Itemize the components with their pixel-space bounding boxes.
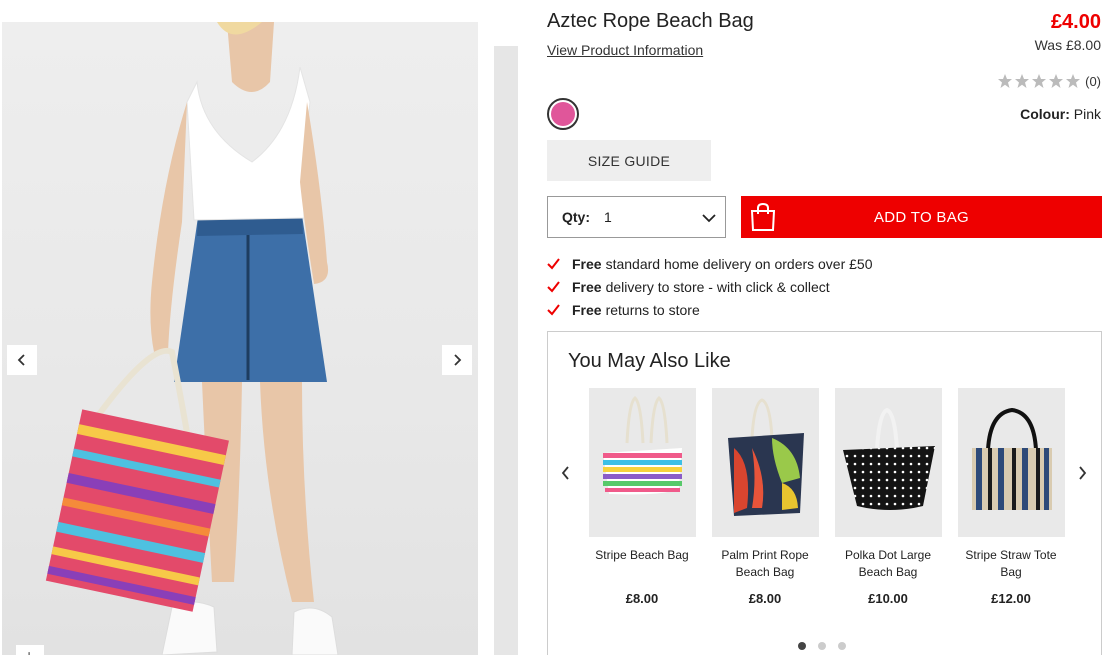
perk-bold: Free: [572, 255, 602, 272]
gallery-next-image-peek: [494, 46, 518, 655]
product-card[interactable]: Stripe Beach Bag £8.00: [587, 388, 697, 606]
star-icon: [1015, 74, 1030, 88]
pagination-dot-3[interactable]: [838, 642, 846, 650]
ymal-title: You May Also Like: [568, 350, 731, 372]
product-card-name: Palm Print Rope Beach Bag: [721, 548, 809, 579]
star-icon: [998, 74, 1013, 88]
perk-item: Free delivery to store - with click & co…: [547, 275, 873, 298]
star-icon: [1032, 74, 1047, 88]
checkmark-icon: [547, 303, 560, 316]
rating-stars[interactable]: (0): [997, 73, 1101, 89]
view-product-info-link[interactable]: View Product Information: [547, 42, 703, 58]
delivery-perks-list: Free standard home delivery on orders ov…: [547, 252, 873, 321]
qty-label: Qty:: [562, 209, 590, 225]
product-card-name: Stripe Straw Tote Bag: [965, 548, 1057, 579]
product-card-name: Polka Dot Large Beach Bag: [844, 548, 932, 579]
colour-value: Pink: [1073, 106, 1101, 122]
perk-bold: Free: [572, 278, 602, 295]
colour-swatch-pink[interactable]: [547, 98, 579, 130]
product-thumbnail: [588, 388, 696, 537]
product-card-price: £8.00: [748, 591, 782, 606]
zoom-button[interactable]: +: [16, 645, 44, 655]
gallery-prev-button[interactable]: [7, 345, 37, 375]
carousel-next-button[interactable]: [1072, 462, 1092, 484]
perk-item: Free returns to store: [547, 298, 873, 321]
chevron-left-icon: [17, 354, 25, 366]
checkmark-icon: [547, 280, 560, 293]
product-card-price: £10.00: [868, 591, 908, 606]
straw-tote-bag-image: [971, 407, 1052, 510]
carousel-prev-button[interactable]: [556, 462, 576, 484]
product-thumbnail: [834, 388, 942, 537]
product-thumbnail: [957, 388, 1065, 537]
pagination-dot-1[interactable]: [798, 642, 806, 650]
product-card[interactable]: Stripe Straw Tote Bag £12.00: [956, 388, 1066, 606]
product-card[interactable]: Palm Print Rope Beach Bag £8.00: [710, 388, 820, 606]
carousel-pagination: [798, 642, 846, 650]
perk-text: returns to store: [605, 301, 700, 318]
colour-indicator: Colour: Pink: [1020, 106, 1101, 122]
product-card-price: £8.00: [625, 591, 659, 606]
perk-text: delivery to store - with click & collect: [605, 278, 830, 295]
qty-value: 1: [604, 209, 612, 225]
perk-text: standard home delivery on orders over £5…: [605, 255, 873, 272]
product-card-price: £12.00: [991, 591, 1031, 606]
perk-item: Free standard home delivery on orders ov…: [547, 252, 873, 275]
add-to-bag-button[interactable]: ADD TO BAG: [741, 196, 1102, 238]
add-to-bag-label: ADD TO BAG: [874, 208, 969, 226]
chevron-right-icon: [454, 354, 462, 366]
product-card-name: Stripe Beach Bag: [595, 548, 689, 562]
you-may-also-like-panel: You May Also Like Stripe Beach Bag £8.00…: [547, 331, 1102, 655]
was-price: Was £8.00: [1034, 37, 1101, 53]
rating-count: (0): [1085, 73, 1101, 89]
quantity-select[interactable]: Qty: 1: [547, 196, 726, 238]
palm-print-bag-image: [727, 398, 804, 516]
star-icon: [1049, 74, 1064, 88]
zoom-icon: +: [25, 647, 34, 655]
product-title: Aztec Rope Beach Bag: [547, 10, 754, 32]
product-thumbnail: [711, 388, 819, 537]
colour-label: Colour:: [1020, 106, 1070, 122]
chevron-right-icon: [1079, 466, 1087, 480]
product-card[interactable]: Polka Dot Large Beach Bag £10.00: [833, 388, 943, 606]
stripe-bag-image: [602, 396, 682, 495]
product-page: + Aztec Rope Beach Bag View Product Info…: [0, 0, 1105, 655]
polka-dot-bag-image: [842, 407, 935, 510]
gallery-next-button[interactable]: [442, 345, 472, 375]
chevron-down-icon: [702, 214, 716, 223]
star-icon: [1066, 74, 1081, 88]
chevron-left-icon: [561, 466, 569, 480]
pagination-dot-2[interactable]: [818, 642, 826, 650]
checkmark-icon: [547, 257, 560, 270]
current-price: £4.00: [1050, 11, 1101, 33]
perk-bold: Free: [572, 301, 602, 318]
shopping-bag-icon: [750, 202, 776, 231]
swatch-dot: [551, 102, 575, 126]
product-main-image: [45, 22, 339, 655]
product-image-gallery[interactable]: [2, 22, 478, 655]
size-guide-button[interactable]: SIZE GUIDE: [547, 140, 711, 181]
